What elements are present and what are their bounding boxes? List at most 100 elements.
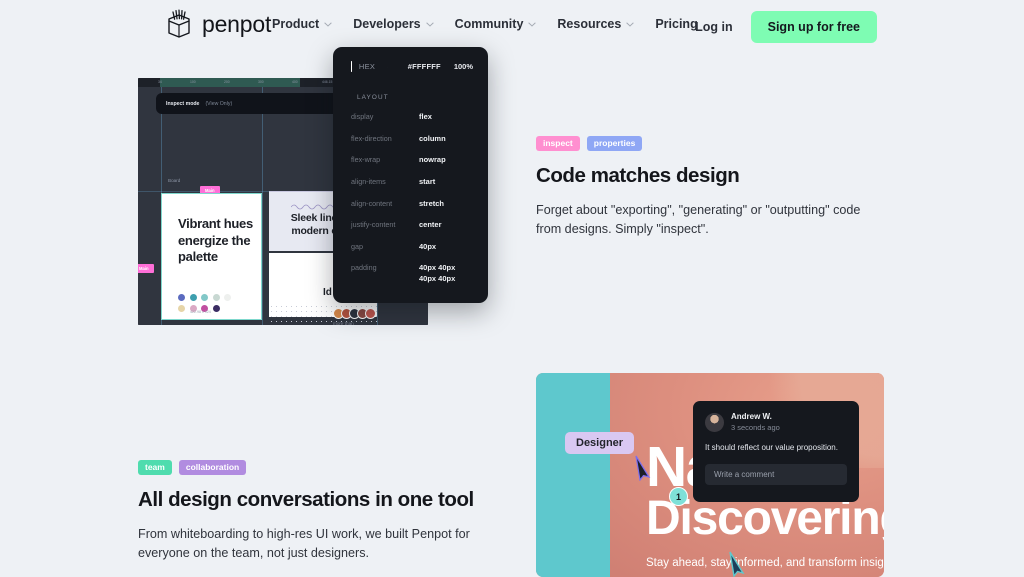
- color-row: HEX #FFFFFF 100%: [351, 61, 473, 72]
- property-row-display: display flex: [351, 112, 473, 123]
- property-row-justify-content: justify-content center: [351, 220, 473, 231]
- nav-label: Community: [454, 17, 524, 31]
- tag-inspect: inspect: [536, 136, 580, 151]
- nav-item-pricing[interactable]: Pricing: [655, 17, 697, 31]
- section-title: Code matches design: [536, 164, 740, 187]
- nav-label: Resources: [557, 17, 622, 31]
- inspect-properties-panel: HEX #FFFFFF 100% LAYOUT display flex fle…: [333, 47, 488, 303]
- color-dot: [224, 294, 231, 301]
- property-key: padding: [351, 263, 377, 273]
- cursor-arrow-icon: [729, 551, 745, 577]
- signup-button[interactable]: Sign up for free: [750, 11, 877, 43]
- property-row-flex-wrap: flex-wrap nowrap: [351, 155, 473, 166]
- penpot-logo[interactable]: penpot: [165, 9, 271, 39]
- ruler-tick: 100: [190, 80, 196, 84]
- property-row-align-content: align-content stretch: [351, 199, 473, 210]
- dimension-label: 422.98 x 924: [190, 310, 211, 314]
- palette-heading: Vibrant hues energize the palette: [178, 216, 253, 265]
- tag-list: team collaboration: [138, 460, 498, 475]
- canvas-guide: [262, 87, 263, 325]
- penpot-landing-page: penpot Product Developers Community Reso…: [0, 0, 1024, 577]
- ruler-tick: 300: [258, 80, 264, 84]
- property-row-gap: gap 40px: [351, 242, 473, 253]
- board-label: Board: [168, 178, 181, 183]
- cursor-arrow-icon: [635, 455, 651, 481]
- tag-team: team: [138, 460, 172, 475]
- comment-marker-badge[interactable]: 1: [669, 487, 688, 506]
- more-than-label: more than: [333, 321, 354, 325]
- artboard-palette-card: Vibrant hues energize the palette 422.98…: [161, 193, 262, 320]
- nav-label: Product: [272, 17, 320, 31]
- nav-item-developers[interactable]: Developers: [353, 17, 434, 31]
- avatar: [365, 308, 376, 319]
- penpot-pencil-cup-logo-icon: [165, 9, 193, 39]
- nav-item-community[interactable]: Community: [455, 17, 537, 31]
- property-value: start: [419, 176, 436, 186]
- section-title: All design conversations in one tool: [138, 488, 474, 511]
- property-key: gap: [351, 241, 363, 251]
- opacity-value: 100%: [453, 62, 473, 71]
- property-key: align-items: [351, 176, 386, 186]
- property-value: stretch: [419, 198, 445, 208]
- write-comment-input[interactable]: [705, 463, 847, 485]
- section-body: Forget about "exporting", "generating" o…: [536, 203, 861, 236]
- palette-dots-row-1: [178, 294, 231, 301]
- color-dot: [212, 294, 220, 301]
- comment-card: Andrew W. 3 seconds ago It should reflec…: [693, 401, 859, 502]
- nav-item-product[interactable]: Product: [272, 17, 332, 31]
- color-mode-label: HEX: [358, 62, 376, 71]
- ruler-tick: 446.15: [322, 80, 333, 84]
- color-dot: [178, 305, 185, 312]
- ruler-tick: 400: [292, 80, 298, 84]
- login-link[interactable]: Log in: [695, 20, 733, 34]
- color-dot: [189, 294, 197, 301]
- color-swatch[interactable]: [351, 61, 352, 72]
- comment-author: Andrew W.: [731, 412, 772, 421]
- id-text: Id: [323, 287, 332, 298]
- tag-collaboration: collaboration: [178, 460, 247, 475]
- chevron-down-icon: [626, 21, 635, 27]
- artboard-tag: Main: [138, 264, 154, 273]
- comment-header: Andrew W. 3 seconds ago: [705, 412, 847, 433]
- property-value: nowrap: [419, 155, 446, 165]
- site-header: penpot Product Developers Community Reso…: [0, 0, 1024, 51]
- designer-cursor-label: Designer: [565, 432, 635, 454]
- ruler-tick: 34: [158, 80, 162, 84]
- property-row-align-items: align-items start: [351, 177, 473, 188]
- color-dot: [178, 294, 185, 301]
- avatar-group: [333, 308, 376, 319]
- property-key: align-content: [351, 198, 393, 208]
- collaboration-screenshot: Na Discovering Stay ahead, stay informed…: [536, 373, 884, 577]
- layout-section-title: LAYOUT: [357, 94, 389, 101]
- chevron-down-icon: [528, 21, 537, 27]
- collab-subtitle: Stay ahead, stay informed, and transform…: [646, 557, 884, 569]
- property-row-padding: padding 40px 40px 40px 40px: [351, 263, 473, 284]
- logo-wordmark: penpot: [202, 10, 272, 37]
- color-dot: [212, 305, 220, 312]
- color-dot: [201, 294, 208, 301]
- property-value: 40px: [419, 241, 437, 251]
- main-nav: Product Developers Community Resources P…: [272, 17, 698, 31]
- nav-item-resources[interactable]: Resources: [557, 17, 635, 31]
- section-design-conversations: team collaboration All design conversati…: [138, 460, 498, 563]
- nav-label: Developers: [353, 17, 421, 31]
- collab-teal-panel: [536, 373, 610, 577]
- property-key: flex-direction: [351, 133, 392, 143]
- chevron-down-icon[interactable]: [387, 65, 388, 69]
- chevron-down-icon: [425, 21, 434, 27]
- section-code-matches-design: inspect properties Code matches design F…: [536, 136, 896, 239]
- hex-value: #FFFFFF: [407, 62, 441, 71]
- tag-list: inspect properties: [536, 136, 896, 151]
- property-row-flex-direction: flex-direction column: [351, 134, 473, 145]
- property-key: justify-content: [351, 220, 396, 230]
- comment-text: It should reflect our value proposition.: [705, 442, 838, 452]
- ruler-tick: 200: [224, 80, 230, 84]
- tag-properties: properties: [586, 136, 643, 151]
- section-body: From whiteboarding to high-res UI work, …: [138, 527, 470, 560]
- inspect-mode-title: Inspect mode: [166, 100, 200, 107]
- property-value: center: [419, 220, 442, 230]
- inspect-mode-subtitle: (View Only): [205, 100, 233, 107]
- chevron-down-icon: [324, 21, 332, 27]
- property-key: flex-wrap: [351, 155, 381, 165]
- property-value: column: [419, 133, 446, 143]
